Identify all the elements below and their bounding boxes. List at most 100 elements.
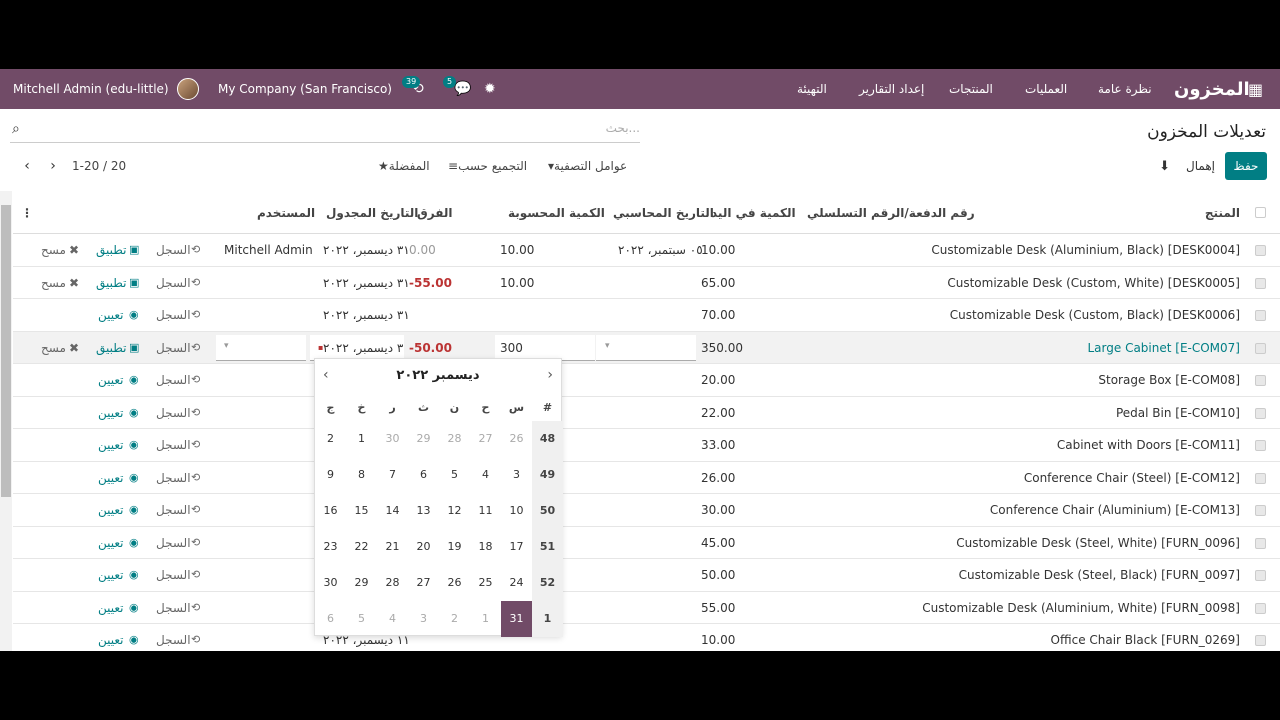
col-counted[interactable]: الكمية المحسوبة bbox=[508, 206, 605, 220]
row-checkbox[interactable] bbox=[1255, 537, 1266, 549]
history-button[interactable]: السجل bbox=[156, 438, 191, 452]
product-cell[interactable]: Storage Box [E-COM08] bbox=[1098, 373, 1240, 387]
col-product[interactable]: المنتج bbox=[1205, 206, 1240, 220]
day-cell[interactable]: 3 bbox=[408, 601, 439, 637]
history-button[interactable]: السجل bbox=[156, 568, 191, 582]
menu-overview[interactable]: نظرة عامة bbox=[1098, 69, 1152, 109]
day-cell[interactable]: 5 bbox=[346, 601, 377, 637]
apps-grid-icon[interactable]: ▦ bbox=[1248, 69, 1263, 109]
col-user[interactable]: المستخدم bbox=[257, 206, 315, 220]
history-button[interactable]: السجل bbox=[156, 503, 191, 517]
day-cell[interactable]: 1 bbox=[470, 601, 501, 637]
set-button[interactable]: تعيين bbox=[98, 503, 124, 517]
day-cell[interactable]: 27 bbox=[408, 565, 439, 601]
day-cell[interactable]: 15 bbox=[346, 493, 377, 529]
set-button[interactable]: تعيين bbox=[98, 471, 124, 485]
product-cell[interactable]: Large Cabinet [E-COM07] bbox=[1088, 341, 1241, 355]
table-row[interactable]: السجل ⟲ تعيين ◉ 33.00 Cabinet with Doors [E-C… bbox=[13, 429, 1280, 462]
table-row[interactable]: السجل ⟲ تعيين ◉ 20.00 Storage Box [E-COM08] bbox=[13, 364, 1280, 397]
day-cell[interactable]: 19 bbox=[439, 529, 470, 565]
product-cell[interactable]: Customizable Desk (Aluminium, White) [FU… bbox=[922, 601, 1240, 615]
save-button[interactable]: حفظ bbox=[1225, 152, 1267, 180]
row-checkbox[interactable] bbox=[1255, 342, 1266, 354]
history-button[interactable]: السجل bbox=[156, 471, 191, 485]
set-button[interactable]: تعيين bbox=[98, 438, 124, 452]
set-button[interactable]: تعيين bbox=[98, 373, 124, 387]
day-cell[interactable]: 2 bbox=[315, 421, 346, 457]
download-icon[interactable]: ⬇ bbox=[1159, 152, 1170, 180]
set-button[interactable]: تعيين bbox=[98, 406, 124, 420]
day-cell[interactable]: 23 bbox=[315, 529, 346, 565]
product-cell[interactable]: Customizable Desk (Custom, Black) [DESK0… bbox=[950, 308, 1240, 322]
history-button[interactable]: السجل bbox=[156, 373, 191, 387]
day-cell[interactable]: 9 bbox=[315, 457, 346, 493]
search-icon[interactable]: ⌕ bbox=[12, 121, 20, 137]
apply-button[interactable]: تطبيق bbox=[96, 243, 126, 257]
company-switcher[interactable]: My Company (San Francisco) bbox=[218, 69, 392, 109]
user-select[interactable] bbox=[216, 334, 306, 361]
table-row[interactable]: السجل ⟲ تعيين ◉ 30.00 Conference Chair (Alumi… bbox=[13, 494, 1280, 527]
counted-qty-cell[interactable]: 10.00 bbox=[500, 276, 534, 290]
day-cell[interactable]: 16 bbox=[315, 493, 346, 529]
history-button[interactable]: السجل bbox=[156, 276, 191, 290]
clear-button[interactable]: مسح bbox=[41, 341, 66, 355]
product-cell[interactable]: Customizable Desk (Custom, White) [DESK0… bbox=[947, 276, 1240, 290]
product-cell[interactable]: Office Chair Black [FURN_0269] bbox=[1051, 633, 1240, 647]
day-cell[interactable]: 1 bbox=[346, 421, 377, 457]
product-cell[interactable]: Cabinet with Doors [E-COM11] bbox=[1057, 438, 1240, 452]
day-cell[interactable]: 14 bbox=[377, 493, 408, 529]
day-cell[interactable]: 20 bbox=[408, 529, 439, 565]
day-cell[interactable]: 10 bbox=[501, 493, 532, 529]
clear-button[interactable]: مسح bbox=[41, 243, 66, 257]
history-button[interactable]: السجل bbox=[156, 536, 191, 550]
day-cell[interactable]: 3 bbox=[501, 457, 532, 493]
date-picker-title[interactable]: ديسمبر ٢٠٢٢ bbox=[315, 368, 561, 383]
row-checkbox[interactable] bbox=[1255, 570, 1266, 581]
day-cell[interactable]: 17 bbox=[501, 529, 532, 565]
scrollbar-thumb[interactable] bbox=[1, 205, 11, 497]
apply-button[interactable]: تطبيق bbox=[96, 341, 126, 355]
col-scheduled[interactable]: التاريخ المجدول bbox=[326, 206, 418, 220]
history-button[interactable]: السجل bbox=[156, 243, 191, 257]
row-checkbox[interactable] bbox=[1255, 245, 1266, 256]
day-cell[interactable]: 30 bbox=[315, 565, 346, 601]
row-checkbox[interactable] bbox=[1255, 635, 1266, 646]
accounting-date-input[interactable] bbox=[596, 334, 696, 361]
product-cell[interactable]: Conference Chair (Aluminium) [E-COM13] bbox=[990, 503, 1240, 517]
day-cell[interactable]: 21 bbox=[377, 529, 408, 565]
clear-button[interactable]: مسح bbox=[41, 276, 66, 290]
row-checkbox[interactable] bbox=[1255, 505, 1266, 516]
row-checkbox[interactable] bbox=[1255, 472, 1266, 484]
apply-button[interactable]: تطبيق bbox=[96, 276, 126, 290]
product-cell[interactable]: Pedal Bin [E-COM10] bbox=[1116, 406, 1240, 420]
chat-icon[interactable]: 💬 bbox=[454, 69, 471, 109]
search-input[interactable]: بحث... bbox=[606, 121, 640, 135]
day-cell[interactable]: 6 bbox=[315, 601, 346, 637]
table-row[interactable]: السجل ⟲ تعيين ◉ 26.00 Conference Chair (Steel… bbox=[13, 462, 1280, 494]
table-row[interactable]: السجل ⟲ تطبيق ▣ مسح ✖ Mitchell Admin ٣١ ديسمبر،… bbox=[13, 234, 1280, 267]
day-cell[interactable]: 24 bbox=[501, 565, 532, 601]
menu-products[interactable]: المنتجات bbox=[949, 69, 993, 109]
menu-reporting[interactable]: إعداد التقارير bbox=[859, 69, 924, 109]
history-button[interactable]: السجل bbox=[156, 308, 191, 322]
table-row[interactable]: السجل ⟲ تعيين ◉ 22.00 Pedal Bin [E-COM10] bbox=[13, 397, 1280, 429]
set-button[interactable]: تعيين bbox=[98, 568, 124, 582]
day-cell[interactable]: 4 bbox=[470, 457, 501, 493]
day-cell[interactable]: 5 bbox=[439, 457, 470, 493]
day-cell[interactable]: 18 bbox=[470, 529, 501, 565]
col-on-hand[interactable]: الكمية في اليد bbox=[711, 206, 796, 220]
day-cell[interactable]: 22 bbox=[346, 529, 377, 565]
day-cell[interactable]: 26 bbox=[439, 565, 470, 601]
user-dropdown-icon[interactable]: ▾ bbox=[224, 341, 229, 351]
discard-button[interactable]: إهمال bbox=[1186, 152, 1215, 180]
menu-operations[interactable]: العمليات bbox=[1025, 69, 1067, 109]
pager-next-icon[interactable]: › bbox=[40, 158, 66, 174]
product-cell[interactable]: Customizable Desk (Steel, Black) [FURN_0… bbox=[959, 568, 1240, 582]
day-cell[interactable]: 29 bbox=[408, 421, 439, 457]
counted-qty-cell[interactable]: 300 bbox=[500, 341, 523, 355]
col-accounting-date[interactable]: التاريخ المحاسبي bbox=[613, 206, 714, 220]
accounting-dropdown-icon[interactable]: ▾ bbox=[605, 341, 610, 351]
counted-qty-cell[interactable]: 10.00 bbox=[500, 243, 534, 257]
day-cell[interactable]: 28 bbox=[439, 421, 470, 457]
day-cell[interactable]: 30 bbox=[377, 421, 408, 457]
